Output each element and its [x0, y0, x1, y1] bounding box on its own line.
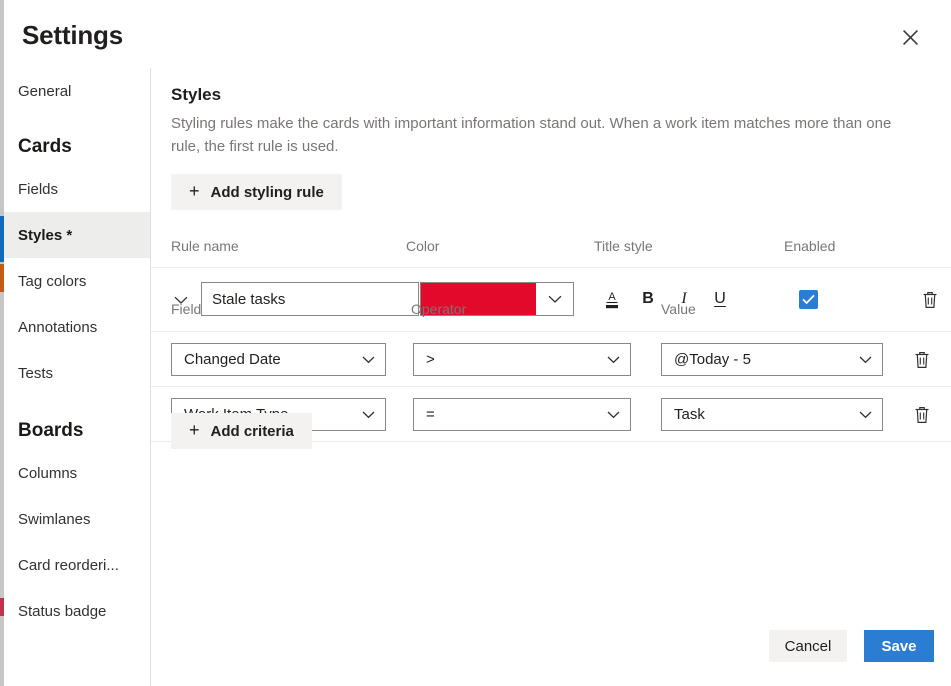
criteria-value-value: Task	[674, 406, 856, 423]
sidebar-group-label: Boards	[18, 420, 83, 442]
chevron-down-icon	[359, 356, 377, 364]
column-header-enabled: Enabled	[784, 238, 835, 254]
sidebar-item-label: Annotations	[18, 319, 97, 336]
close-icon	[902, 29, 919, 46]
sidebar-item-tag-colors[interactable]: Tag colors	[0, 258, 150, 304]
sidebar-item-label: Status badge	[18, 603, 106, 620]
chevron-down-icon	[856, 411, 874, 419]
trash-icon	[913, 405, 931, 425]
sidebar-item-fields[interactable]: Fields	[0, 166, 150, 212]
chevron-down-icon	[359, 411, 377, 419]
sidebar-item-styles[interactable]: Styles *	[0, 212, 150, 258]
cancel-button[interactable]: Cancel	[769, 630, 847, 662]
criteria-field-select[interactable]: Changed Date	[171, 343, 386, 376]
chevron-down-icon	[856, 356, 874, 364]
column-header-field: Field	[171, 301, 201, 317]
sidebar-group-label: Cards	[18, 136, 72, 158]
criteria-delete-button[interactable]	[911, 404, 933, 426]
sidebar-item-label: Fields	[18, 181, 58, 198]
sidebar-item-swimlanes[interactable]: Swimlanes	[0, 496, 150, 542]
criteria-operator-select[interactable]: =	[413, 398, 631, 431]
criteria-field-value: Changed Date	[184, 351, 359, 368]
trash-icon	[913, 350, 931, 370]
criteria-operator-select[interactable]: >	[413, 343, 631, 376]
chevron-down-icon	[604, 356, 622, 364]
chevron-down-icon	[604, 411, 622, 419]
sidebar-item-general[interactable]: General	[0, 68, 150, 114]
sidebar-item-status-badge[interactable]: Status badge	[0, 588, 150, 634]
sidebar-item-label: Styles *	[18, 227, 72, 244]
sidebar-item-label: Swimlanes	[18, 511, 91, 528]
criteria-value-select[interactable]: @Today - 5	[661, 343, 883, 376]
sidebar-item-label: General	[18, 83, 71, 100]
sidebar-group-cards: Cards	[0, 114, 150, 166]
criteria-operator-value: >	[426, 351, 604, 368]
settings-sidebar: General Cards Fields Styles * Tag colors…	[0, 68, 151, 686]
sidebar-item-columns[interactable]: Columns	[0, 450, 150, 496]
criteria-operator-value: =	[426, 406, 604, 423]
settings-main-panel: Styles Styling rules make the cards with…	[151, 68, 951, 686]
add-criteria-button[interactable]: + Add criteria	[171, 413, 312, 449]
criteria-delete-button[interactable]	[911, 349, 933, 371]
column-header-color: Color	[406, 238, 439, 254]
criteria-value-select[interactable]: Task	[661, 398, 883, 431]
sidebar-item-label: Tag colors	[18, 273, 86, 290]
add-styling-rule-label: Add styling rule	[211, 184, 324, 201]
column-header-rule-name: Rule name	[171, 238, 239, 254]
sidebar-item-annotations[interactable]: Annotations	[0, 304, 150, 350]
selection-accent-bar-blue	[0, 216, 4, 262]
dialog-title: Settings	[22, 20, 123, 51]
edge-accent-bar-red	[0, 598, 4, 616]
window-edge-rail	[0, 0, 4, 686]
sidebar-item-label: Tests	[18, 365, 53, 382]
sidebar-item-tests[interactable]: Tests	[0, 350, 150, 396]
page-title: Styles	[171, 85, 221, 105]
sidebar-item-label: Card reorderi...	[18, 557, 119, 574]
column-header-title-style: Title style	[594, 238, 653, 254]
dialog-titlebar: Settings	[0, 0, 951, 68]
criteria-row: Changed Date > @Today - 5	[151, 332, 951, 387]
sidebar-item-label: Columns	[18, 465, 77, 482]
sidebar-item-card-reordering[interactable]: Card reorderi...	[0, 542, 150, 588]
styling-rules-header-row: Rule name Color Title style Enabled	[151, 228, 951, 268]
save-button[interactable]: Save	[864, 630, 934, 662]
criteria-header-row: Field Operator Value	[151, 290, 951, 332]
dialog-footer: Cancel Save	[151, 624, 951, 686]
close-button[interactable]	[895, 22, 925, 52]
column-header-value: Value	[661, 301, 696, 317]
criteria-value-value: @Today - 5	[674, 351, 856, 368]
column-header-operator: Operator	[411, 301, 466, 317]
plus-icon: +	[189, 182, 200, 200]
sidebar-group-boards: Boards	[0, 396, 150, 450]
plus-icon: +	[189, 421, 200, 439]
add-styling-rule-button[interactable]: + Add styling rule	[171, 174, 342, 210]
page-description: Styling rules make the cards with import…	[171, 112, 916, 158]
edge-accent-bar-orange	[0, 264, 4, 292]
add-criteria-label: Add criteria	[211, 423, 294, 440]
